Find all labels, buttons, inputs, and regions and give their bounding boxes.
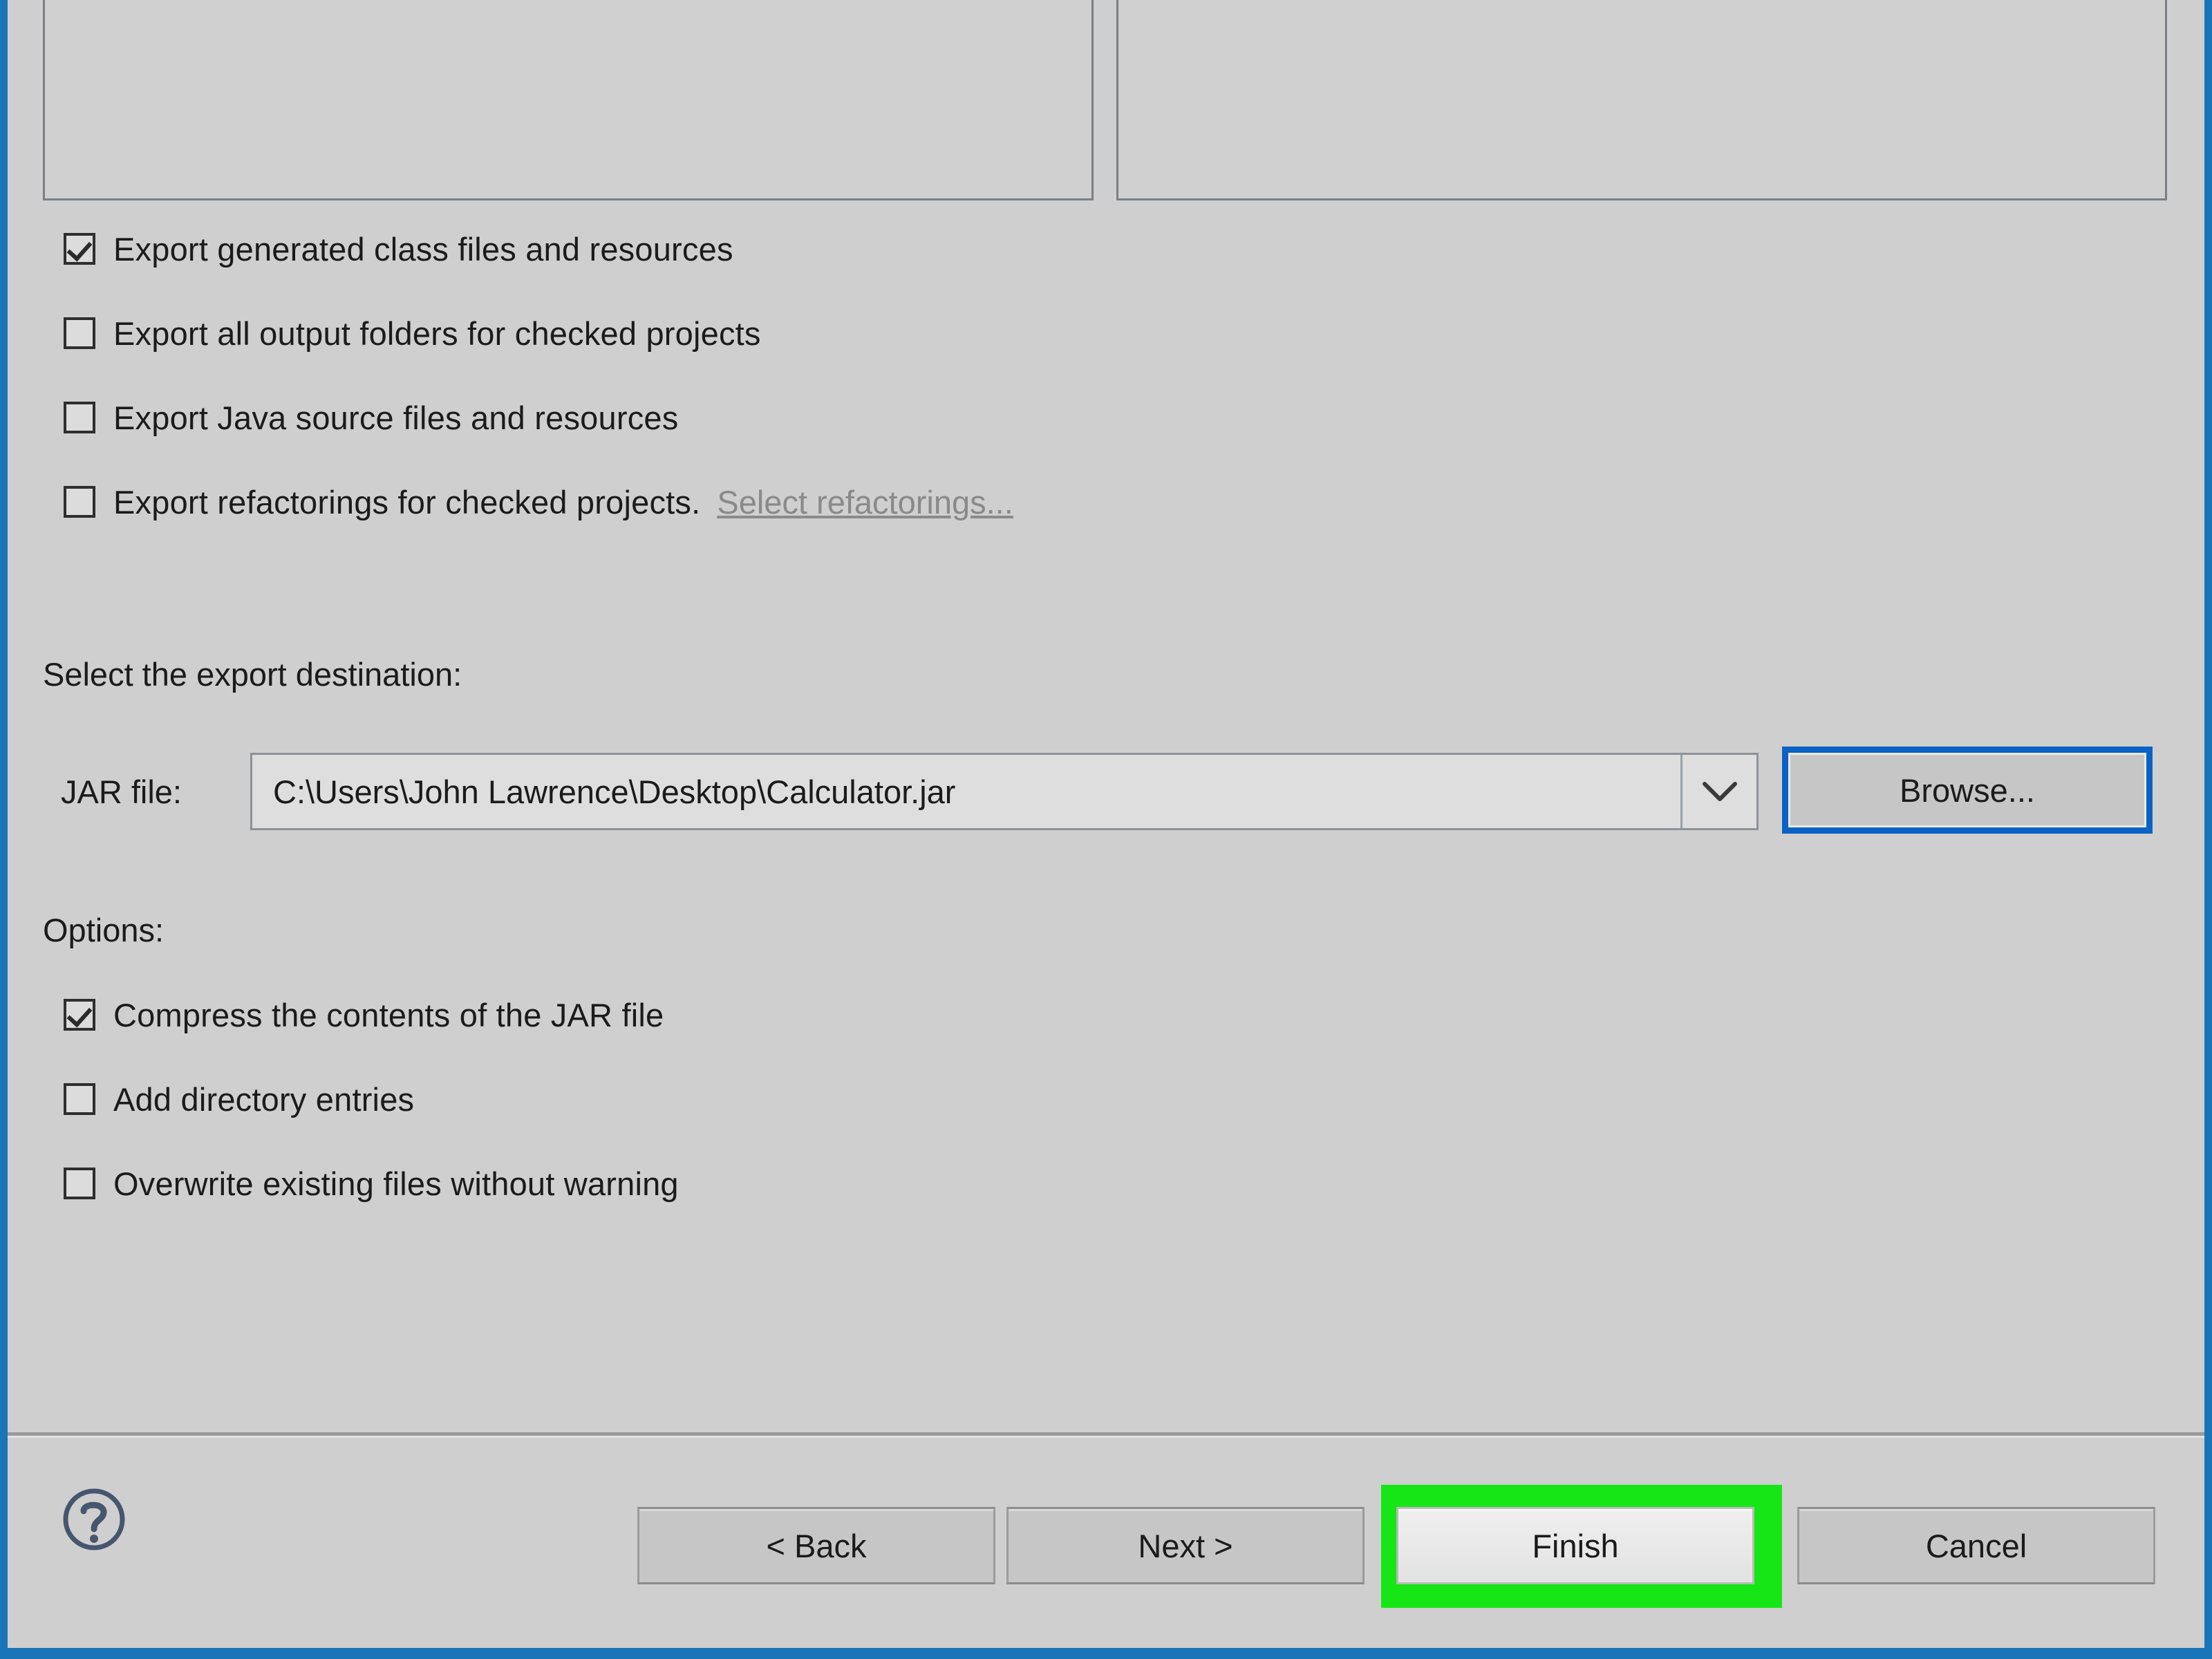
export-destination-heading: Select the export destination:: [43, 656, 462, 693]
checkbox-label: Export generated class files and resourc…: [113, 230, 733, 268]
checkbox-export-java-source-files[interactable]: [64, 402, 95, 433]
resource-tree-panel-right[interactable]: [1116, 0, 2167, 200]
browse-button[interactable]: Browse...: [1782, 747, 2153, 834]
checkbox-compress-contents[interactable]: [64, 999, 95, 1031]
checkbox-row-compress-contents[interactable]: Compress the contents of the JAR file: [64, 994, 664, 1035]
finish-button-highlight: Finish: [1381, 1485, 1782, 1608]
checkbox-export-refactorings[interactable]: [64, 486, 95, 518]
options-heading: Options:: [43, 912, 165, 948]
window-border-left: [0, 0, 8, 1659]
checkbox-export-generated-class-files[interactable]: [64, 233, 95, 265]
checkbox-add-directory-entries[interactable]: [64, 1083, 95, 1115]
checkbox-row-export-generated-class-files[interactable]: Export generated class files and resourc…: [64, 228, 733, 270]
checkbox-label: Add directory entries: [113, 1080, 415, 1118]
checkbox-row-add-directory-entries[interactable]: Add directory entries: [64, 1078, 414, 1120]
checkbox-label: Overwrite existing files without warning: [113, 1165, 679, 1202]
checkbox-row-export-java-source-files[interactable]: Export Java source files and resources: [64, 397, 678, 438]
question-mark-circle-icon[interactable]: [61, 1486, 127, 1553]
window-border-right: [2204, 0, 2212, 1659]
checkbox-row-export-all-output-folders[interactable]: Export all output folders for checked pr…: [64, 312, 761, 354]
next-button[interactable]: Next >: [1006, 1507, 1365, 1584]
finish-button[interactable]: Finish: [1396, 1507, 1754, 1584]
checkbox-label: Export refactorings for checked projects…: [113, 483, 701, 521]
checkbox-row-export-refactorings[interactable]: Export refactorings for checked projects…: [64, 481, 1013, 523]
resource-tree-panel-left[interactable]: [43, 0, 1094, 200]
chevron-down-icon[interactable]: [1680, 755, 1756, 828]
jar-file-label: JAR file:: [61, 774, 182, 810]
checkbox-row-overwrite-existing-files[interactable]: Overwrite existing files without warning: [64, 1163, 679, 1204]
checkbox-overwrite-existing-files[interactable]: [64, 1168, 95, 1199]
back-button[interactable]: < Back: [637, 1507, 995, 1584]
select-refactorings-link[interactable]: Select refactorings...: [717, 483, 1013, 521]
window-border-bottom: [0, 1648, 2212, 1659]
checkbox-export-all-output-folders[interactable]: [64, 317, 95, 349]
checkbox-label: Export Java source files and resources: [113, 399, 679, 436]
cancel-button[interactable]: Cancel: [1797, 1507, 2155, 1584]
checkbox-label: Compress the contents of the JAR file: [113, 996, 664, 1033]
jar-file-value[interactable]: C:\Users\John Lawrence\Desktop\Calculato…: [252, 773, 1680, 811]
jar-export-dialog: Export generated class files and resourc…: [0, 0, 2212, 1659]
footer-separator: [8, 1432, 2204, 1438]
checkbox-label: Export all output folders for checked pr…: [113, 315, 761, 352]
jar-file-combobox[interactable]: C:\Users\John Lawrence\Desktop\Calculato…: [250, 753, 1759, 830]
